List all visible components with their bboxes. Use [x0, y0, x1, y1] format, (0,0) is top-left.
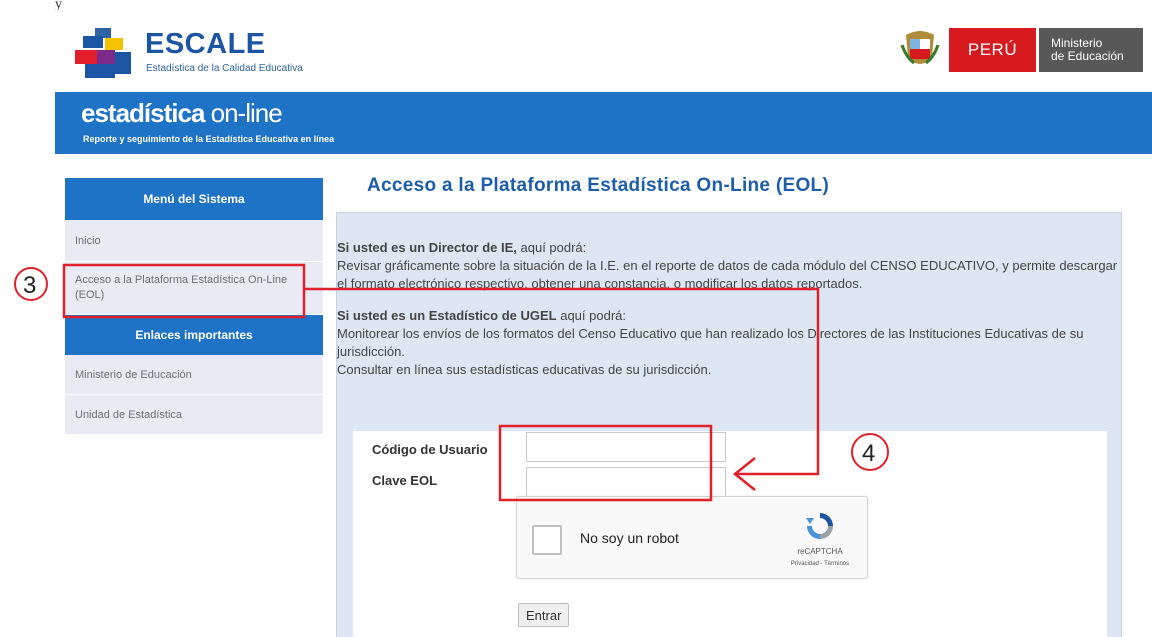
- sidebar-item-acceso-eol[interactable]: Acceso a la Plataforma Estadística On-Li…: [65, 262, 323, 315]
- ugel-text-1: Monitorear los envíos de los formatos de…: [337, 326, 1084, 359]
- ugel-rest: aquí podrá:: [556, 308, 626, 323]
- banner-subtitle: Reporte y seguimiento de la Estadística …: [83, 134, 335, 144]
- recaptcha-checkbox[interactable]: [532, 525, 562, 555]
- sidebar-links-heading: Enlaces importantes: [65, 315, 323, 355]
- password-input[interactable]: [526, 467, 726, 497]
- banner-title-suffix: on-line: [210, 98, 283, 128]
- login-form: Código de Usuario Clave EOL No soy un ro…: [353, 431, 1107, 637]
- ministry-badge: Ministerio de Educación: [1039, 28, 1143, 72]
- sidebar-item-ministerio[interactable]: Ministerio de Educación: [65, 355, 323, 395]
- page-title: Acceso a la Plataforma Estadística On-Li…: [367, 175, 830, 196]
- content-description: Si usted es un Director de IE, aquí podr…: [337, 239, 1123, 379]
- banner-title-main: estadística: [81, 98, 205, 128]
- ugel-heading: Si usted es un Estadístico de UGEL aquí …: [337, 307, 1119, 325]
- escale-title: ESCALE: [145, 28, 266, 60]
- director-heading: Si usted es un Director de IE, aquí podr…: [337, 239, 1119, 257]
- escale-subtitle: Estadística de la Calidad Educativa: [146, 63, 303, 74]
- step-3-number: 3: [23, 272, 36, 299]
- sidebar-item-unidad-estadistica[interactable]: Unidad de Estadística: [65, 395, 323, 435]
- sidebar-menu-heading: Menú del Sistema: [65, 178, 323, 220]
- recaptcha-logo-icon: [806, 513, 833, 539]
- step-3-circle: [14, 267, 48, 301]
- banner-title: estadística on-line: [81, 98, 283, 129]
- escale-logo[interactable]: ESCALE Estadística de la Calidad Educati…: [75, 25, 365, 80]
- director-text: Revisar gráficamente sobre la situación …: [337, 258, 1118, 291]
- escale-logo-mark-icon: [75, 28, 131, 78]
- submit-button[interactable]: Entrar: [518, 603, 570, 627]
- ugel-text-2: Consultar en línea sus estadísticas educ…: [337, 362, 712, 377]
- sidebar: Menú del Sistema Inicio Acceso a la Plat…: [65, 178, 323, 435]
- content-panel: Si usted es un Director de IE, aquí podr…: [336, 212, 1122, 637]
- ministry-line-2: de Educación: [1051, 49, 1124, 63]
- director-lead: Si usted es un Director de IE,: [337, 240, 517, 255]
- recaptcha-widget: No soy un robot reCAPTCHA Privacidad - T…: [516, 496, 868, 579]
- user-code-input[interactable]: [526, 432, 726, 462]
- peru-badge: PERÚ: [949, 28, 1036, 72]
- recaptcha-label: No soy un robot: [580, 530, 679, 546]
- password-label: Clave EOL: [372, 473, 438, 488]
- coat-of-arms-icon: [900, 31, 940, 65]
- cropped-text-fragment: y: [55, 0, 62, 10]
- sidebar-item-inicio[interactable]: Inicio: [65, 220, 323, 262]
- recaptcha-links[interactable]: Privacidad - Términos: [777, 561, 863, 567]
- director-rest: aquí podrá:: [516, 240, 587, 255]
- recaptcha-brand: reCAPTCHA: [797, 547, 843, 556]
- page-banner: estadística on-line Reporte y seguimient…: [55, 92, 1152, 154]
- user-code-label: Código de Usuario: [372, 442, 488, 457]
- ugel-lead: Si usted es un Estadístico de UGEL: [337, 308, 557, 323]
